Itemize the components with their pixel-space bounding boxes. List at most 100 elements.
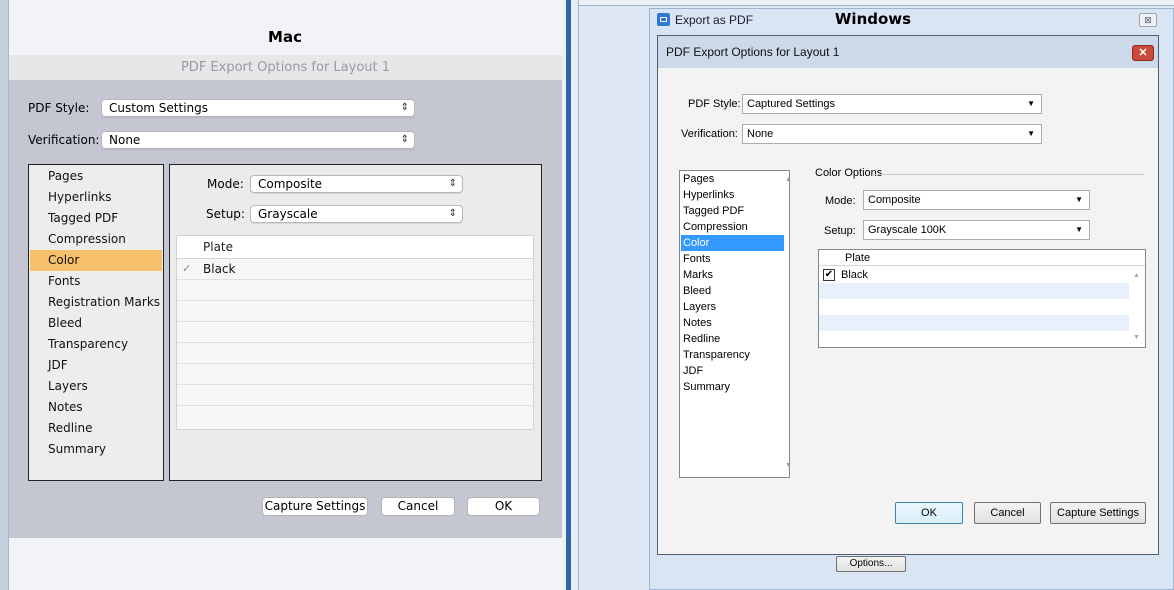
windows-category-fonts[interactable]: Fonts	[681, 251, 784, 267]
windows-mode-label: Mode:	[825, 195, 856, 207]
mac-screenshot-panel: Mac PDF Export Options for Layout 1 PDF …	[0, 0, 571, 590]
windows-pdf-style-select[interactable]: Captured Settings ▼	[742, 94, 1042, 114]
windows-category-list[interactable]: Pages Hyperlinks Tagged PDF Compression …	[679, 170, 792, 478]
windows-list-scrollbar[interactable]: ▲ ▼	[785, 172, 792, 476]
table-row-empty	[177, 322, 533, 343]
mac-category-jdf[interactable]: JDF	[30, 355, 162, 376]
checkbox-checked-icon[interactable]: ✔	[823, 269, 835, 281]
mac-verification-select[interactable]: None ⇕	[101, 131, 415, 149]
cancel-button[interactable]: Cancel	[381, 497, 455, 516]
windows-category-jdf[interactable]: JDF	[681, 363, 784, 379]
export-pdf-window-icon	[657, 13, 670, 26]
windows-category-layers[interactable]: Layers	[681, 299, 784, 315]
windows-left-frame	[571, 0, 579, 590]
dropdown-arrow-icon: ▼	[1027, 99, 1035, 108]
scroll-up-arrow-icon[interactable]: ▲	[785, 176, 792, 183]
windows-verification-label: Verification:	[681, 128, 738, 140]
table-row[interactable]: ✔ Black	[819, 267, 1129, 283]
scroll-up-arrow-icon[interactable]: ▲	[1133, 272, 1140, 279]
capture-settings-button[interactable]: Capture Settings	[262, 497, 368, 516]
windows-dialog-body: PDF Style: Captured Settings ▼ Verificat…	[658, 68, 1158, 554]
checkbox-checked-icon[interactable]: ✓	[182, 263, 194, 275]
table-row-empty	[177, 385, 533, 406]
mac-dialog-title: PDF Export Options for Layout 1	[9, 55, 562, 80]
ok-button[interactable]: OK	[467, 497, 540, 516]
windows-pdf-style-value: Captured Settings	[747, 98, 836, 110]
windows-plate-header[interactable]: Plate	[819, 250, 1145, 266]
mac-category-fonts[interactable]: Fonts	[30, 271, 162, 292]
close-icon[interactable]: ⊠	[1139, 13, 1157, 27]
mac-setup-select[interactable]: Grayscale ⇕	[250, 205, 463, 223]
options-button[interactable]: Options...	[836, 556, 906, 572]
windows-pdf-export-dialog: PDF Export Options for Layout 1 ✕ PDF St…	[657, 35, 1159, 555]
windows-category-color[interactable]: Color	[681, 235, 784, 251]
windows-setup-select[interactable]: Grayscale 100K ▼	[863, 220, 1090, 240]
windows-heading: Windows	[834, 10, 912, 28]
mac-left-edge	[0, 0, 9, 590]
mac-color-panel: Mode: Composite ⇕ Setup: Grayscale ⇕ Pla…	[169, 164, 542, 481]
mac-pdf-export-dialog: PDF Export Options for Layout 1 PDF Styl…	[9, 55, 562, 538]
mac-category-hyperlinks[interactable]: Hyperlinks	[30, 187, 162, 208]
mac-mode-select[interactable]: Composite ⇕	[250, 175, 463, 193]
dropdown-arrow-icon: ▼	[1075, 195, 1083, 204]
mac-plate-table: Plate ✓ Black	[176, 235, 534, 430]
windows-category-hyperlinks[interactable]: Hyperlinks	[681, 187, 784, 203]
table-row[interactable]: ✓ Black	[177, 259, 533, 280]
dropdown-arrow-icon: ▼	[1075, 225, 1083, 234]
mac-category-redline[interactable]: Redline	[30, 418, 162, 439]
mac-category-bleed[interactable]: Bleed	[30, 313, 162, 334]
mac-setup-label: Setup:	[206, 207, 245, 221]
windows-category-bleed[interactable]: Bleed	[681, 283, 784, 299]
windows-pdf-style-label: PDF Style:	[688, 98, 741, 110]
mac-setup-value: Grayscale	[258, 207, 318, 221]
windows-category-marks[interactable]: Marks	[681, 267, 784, 283]
mac-mode-label: Mode:	[207, 177, 244, 191]
table-row-empty	[177, 406, 533, 427]
windows-category-summary[interactable]: Summary	[681, 379, 784, 395]
windows-category-notes[interactable]: Notes	[681, 315, 784, 331]
dropdown-arrow-icon: ▼	[1027, 129, 1035, 138]
table-row-empty	[819, 315, 1129, 331]
mac-category-notes[interactable]: Notes	[30, 397, 162, 418]
windows-plate-table: Plate ✔ Black ▲ ▼	[818, 249, 1146, 348]
scroll-down-arrow-icon[interactable]: ▼	[1133, 334, 1140, 341]
mac-pdf-style-value: Custom Settings	[109, 101, 209, 115]
close-icon[interactable]: ✕	[1132, 45, 1154, 61]
windows-setup-value: Grayscale 100K	[868, 224, 947, 236]
mac-category-registration-marks[interactable]: Registration Marks	[30, 292, 162, 313]
capture-settings-button[interactable]: Capture Settings	[1050, 502, 1146, 524]
mac-category-list[interactable]: Pages Hyperlinks Tagged PDF Compression …	[28, 164, 164, 481]
windows-category-redline[interactable]: Redline	[681, 331, 784, 347]
windows-verification-value: None	[747, 128, 774, 140]
mac-category-color[interactable]: Color	[30, 250, 162, 271]
mac-pdf-style-select[interactable]: Custom Settings ⇕	[101, 99, 415, 117]
group-divider	[872, 174, 1144, 175]
scroll-down-arrow-icon[interactable]: ▼	[785, 462, 792, 469]
table-row-empty	[819, 299, 1129, 315]
mac-pdf-style-label: PDF Style:	[28, 101, 90, 115]
windows-mode-value: Composite	[868, 194, 921, 206]
mac-heading: Mac	[268, 28, 302, 46]
mac-category-layers[interactable]: Layers	[30, 376, 162, 397]
mac-category-transparency[interactable]: Transparency	[30, 334, 162, 355]
mac-category-tagged-pdf[interactable]: Tagged PDF	[30, 208, 162, 229]
windows-category-pages[interactable]: Pages	[681, 171, 784, 187]
mac-plate-header[interactable]: Plate	[177, 236, 533, 259]
mac-verification-label: Verification:	[28, 133, 100, 147]
windows-category-transparency[interactable]: Transparency	[681, 347, 784, 363]
windows-mode-select[interactable]: Composite ▼	[863, 190, 1090, 210]
plate-name: Black	[841, 269, 868, 281]
cancel-button[interactable]: Cancel	[974, 502, 1041, 524]
windows-setup-label: Setup:	[824, 225, 856, 237]
chevron-updown-icon: ⇕	[448, 208, 457, 219]
windows-verification-select[interactable]: None ▼	[742, 124, 1042, 144]
windows-category-tagged-pdf[interactable]: Tagged PDF	[681, 203, 784, 219]
mac-category-summary[interactable]: Summary	[30, 439, 162, 460]
ok-button[interactable]: OK	[895, 502, 963, 524]
windows-category-compression[interactable]: Compression	[681, 219, 784, 235]
mac-verification-value: None	[109, 133, 141, 147]
windows-screenshot-panel: Export as PDF Windows ⊠ PDF Export Optio…	[571, 0, 1174, 590]
table-row-empty	[177, 280, 533, 301]
mac-category-pages[interactable]: Pages	[30, 166, 162, 187]
mac-category-compression[interactable]: Compression	[30, 229, 162, 250]
